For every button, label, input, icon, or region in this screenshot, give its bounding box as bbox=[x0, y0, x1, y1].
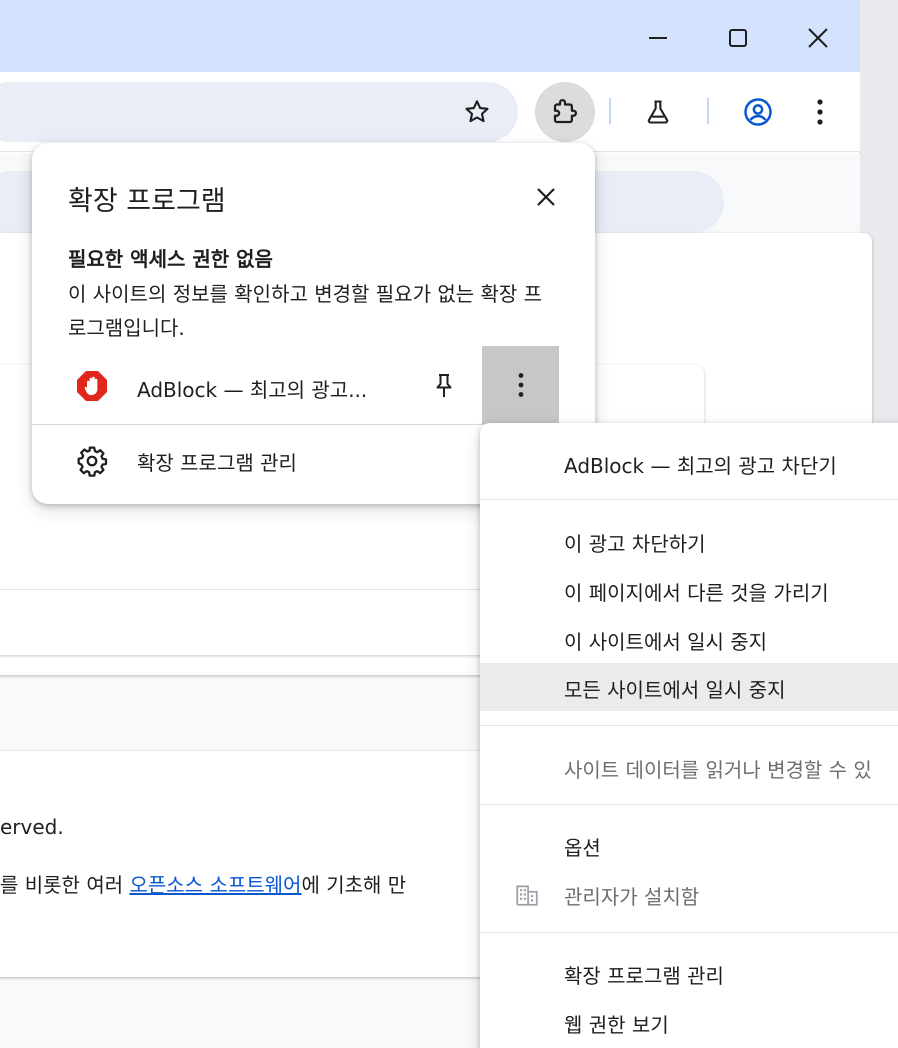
toolbar-separator bbox=[707, 98, 709, 124]
menu-item-label: 이 사이트에서 일시 중지 bbox=[564, 630, 768, 654]
gear-icon bbox=[77, 446, 108, 477]
menu-item-manage-extensions[interactable]: 확장 프로그램 관리 bbox=[480, 949, 898, 997]
menu-item-pause-all[interactable]: 모든 사이트에서 일시 중지 bbox=[480, 663, 898, 711]
title-bar bbox=[0, 0, 860, 72]
browser-menu-button[interactable] bbox=[798, 90, 842, 134]
section-description: 이 사이트의 정보를 확인하고 변경할 필요가 없는 확장 프로그램입니다. bbox=[68, 282, 543, 340]
opensource-text-suffix: 에 기초해 만 bbox=[301, 873, 407, 897]
menu-item-pause-site[interactable]: 이 사이트에서 일시 중지 bbox=[480, 615, 898, 663]
close-icon bbox=[537, 188, 555, 206]
menu-item-hide-element[interactable]: 이 페이지에서 다른 것을 가리기 bbox=[480, 566, 898, 614]
menu-separator bbox=[480, 932, 898, 933]
extensions-button[interactable] bbox=[535, 82, 595, 142]
menu-item-label: 이 페이지에서 다른 것을 가리기 bbox=[564, 581, 829, 605]
menu-item-label: 옵션 bbox=[564, 836, 601, 860]
extension-row-adblock[interactable]: AdBlock — 최고의 광고... bbox=[32, 346, 595, 424]
adblock-icon bbox=[77, 371, 107, 401]
maximize-icon bbox=[729, 29, 747, 47]
opensource-text: 를 비롯한 여러 오픈소스 소프트웨어에 기초해 만 bbox=[0, 869, 406, 898]
menu-item-label: AdBlock — 최고의 광고 차단기 bbox=[564, 454, 837, 478]
pin-icon bbox=[436, 374, 452, 397]
kebab-icon bbox=[518, 373, 523, 397]
profile-icon bbox=[744, 98, 772, 126]
minimize-button[interactable] bbox=[636, 16, 680, 60]
kebab-icon bbox=[817, 99, 823, 125]
popup-title: 확장 프로그램 bbox=[68, 186, 226, 217]
menu-item-web-permissions[interactable]: 웹 권한 보기 bbox=[480, 998, 898, 1046]
menu-separator bbox=[480, 804, 898, 805]
star-icon bbox=[465, 100, 489, 123]
labs-button[interactable] bbox=[636, 90, 680, 134]
menu-item-label: 확장 프로그램 관리 bbox=[564, 964, 724, 988]
menu-item-label: 이 광고 차단하기 bbox=[564, 532, 706, 556]
pin-extension-button[interactable] bbox=[424, 366, 464, 406]
close-window-button[interactable] bbox=[796, 16, 840, 60]
bookmark-button[interactable] bbox=[455, 90, 499, 134]
close-icon bbox=[808, 28, 828, 48]
puzzle-icon bbox=[553, 99, 577, 124]
maximize-button[interactable] bbox=[716, 16, 760, 60]
toolbar bbox=[0, 72, 860, 152]
minimize-icon bbox=[649, 37, 667, 39]
toolbar-separator bbox=[609, 98, 611, 124]
menu-item-block-ad[interactable]: 이 광고 차단하기 bbox=[480, 517, 898, 565]
copyright-text: erved. bbox=[0, 815, 64, 839]
building-icon bbox=[516, 885, 538, 906]
section-heading: 필요한 액세스 권한 없음 bbox=[68, 247, 273, 271]
menu-item-label: 모든 사이트에서 일시 중지 bbox=[564, 678, 786, 702]
menu-item-label: 사이트 데이터를 읽거나 변경할 수 있 bbox=[564, 758, 872, 782]
popup-close-button[interactable] bbox=[528, 179, 564, 215]
menu-separator bbox=[480, 725, 898, 726]
profile-button[interactable] bbox=[736, 90, 780, 134]
menu-separator bbox=[480, 499, 898, 500]
extension-context-menu: AdBlock — 최고의 광고 차단기 이 광고 차단하기 이 페이지에서 다… bbox=[480, 423, 898, 1048]
flask-icon bbox=[647, 100, 669, 124]
opensource-text-prefix: 를 비롯한 여러 bbox=[0, 873, 130, 897]
menu-item-admin-installed: 관리자가 설치함 bbox=[480, 870, 898, 918]
extension-more-button[interactable] bbox=[482, 346, 559, 424]
menu-item-extension-name[interactable]: AdBlock — 최고의 광고 차단기 bbox=[480, 439, 898, 487]
menu-item-label: 웹 권한 보기 bbox=[564, 1013, 669, 1037]
menu-item-label: 관리자가 설치함 bbox=[564, 885, 700, 909]
extension-name: AdBlock — 최고의 광고... bbox=[137, 378, 368, 402]
menu-item-site-data: 사이트 데이터를 읽거나 변경할 수 있 bbox=[480, 743, 898, 791]
manage-extensions-label: 확장 프로그램 관리 bbox=[137, 451, 297, 475]
opensource-link[interactable]: 오픈소스 소프트웨어 bbox=[129, 873, 301, 897]
menu-item-options[interactable]: 옵션 bbox=[480, 821, 898, 869]
address-bar[interactable] bbox=[0, 82, 518, 142]
